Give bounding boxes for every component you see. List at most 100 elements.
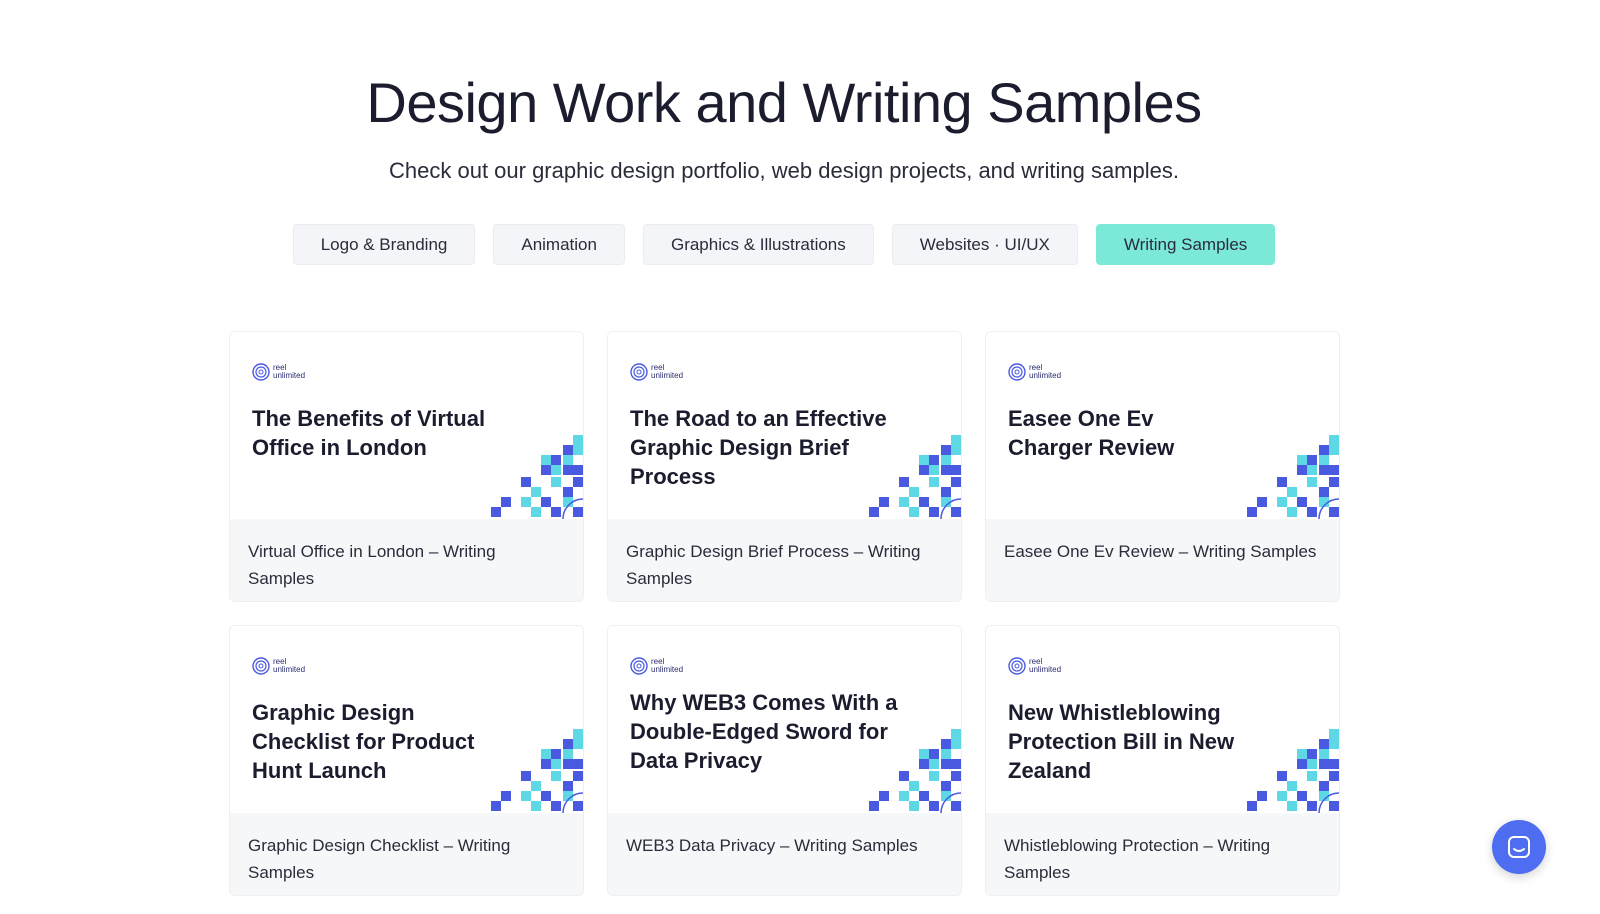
pattern-cell <box>1247 801 1257 811</box>
pattern-cell <box>521 477 531 487</box>
sample-card[interactable]: reel unlimited Easee One Ev Charger Revie… <box>985 331 1340 602</box>
pattern-cell <box>563 749 573 759</box>
samples-grid: reel unlimited The Benefits of Virtual Of… <box>229 331 1340 896</box>
pattern-cell <box>1329 445 1339 455</box>
pattern-cell <box>1307 749 1317 759</box>
pattern-cell <box>1329 759 1339 769</box>
pattern-cell <box>1307 759 1317 769</box>
pixel-pattern-icon <box>1247 729 1339 813</box>
pattern-cell <box>563 455 573 465</box>
brand-logo: reel unlimited <box>1007 656 1061 676</box>
sample-card[interactable]: reel unlimited New Whistleblowing Protect… <box>985 625 1340 896</box>
sample-card[interactable]: reel unlimited Graphic Design Checklist f… <box>229 625 584 896</box>
pattern-cell <box>941 455 951 465</box>
pixel-pattern-icon <box>869 729 961 813</box>
pattern-cell <box>1307 465 1317 475</box>
card-thumbnail: reel unlimited Why WEB3 Comes With a Doub… <box>608 626 961 813</box>
pattern-cell <box>1277 791 1287 801</box>
tab-writing-samples[interactable]: Writing Samples <box>1095 224 1276 265</box>
brand-line-2: unlimited <box>651 371 684 380</box>
spiral-logo-icon <box>252 657 270 675</box>
pattern-cell <box>563 465 573 475</box>
pattern-cell <box>1329 739 1339 749</box>
card-caption[interactable]: Whistleblowing Protection – Writing Samp… <box>986 813 1339 895</box>
card-thumbnail: reel unlimited Graphic Design Checklist f… <box>230 626 583 813</box>
pattern-cell <box>909 507 919 517</box>
pattern-cell <box>919 455 929 465</box>
pattern-cell <box>1319 455 1329 465</box>
pattern-cell <box>929 455 939 465</box>
pattern-cell <box>899 497 909 507</box>
pattern-cell <box>869 507 879 517</box>
pattern-cell <box>899 771 909 781</box>
sample-card[interactable]: reel unlimited The Benefits of Virtual Of… <box>229 331 584 602</box>
brand-logo: reel unlimited <box>251 362 305 382</box>
pattern-cell <box>551 507 561 517</box>
pattern-cell <box>919 759 929 769</box>
pattern-cell <box>531 487 541 497</box>
pattern-cell <box>1307 771 1317 781</box>
pattern-cell <box>1297 465 1307 475</box>
card-thumbnail: reel unlimited Easee One Ev Charger Revie… <box>986 332 1339 519</box>
sample-card[interactable]: reel unlimited The Road to an Effective G… <box>607 331 962 602</box>
pattern-cell <box>1277 771 1287 781</box>
pattern-cell <box>1319 445 1329 455</box>
pattern-cell <box>951 759 961 769</box>
spiral-logo-icon <box>1008 657 1026 675</box>
pattern-cell <box>1287 507 1297 517</box>
pattern-cell <box>951 729 961 739</box>
card-caption[interactable]: WEB3 Data Privacy – Writing Samples <box>608 813 961 895</box>
pattern-cell <box>491 801 501 811</box>
pattern-cell <box>951 739 961 749</box>
pattern-cell <box>1307 455 1317 465</box>
pattern-cell <box>1307 477 1317 487</box>
spiral-logo-icon <box>1008 363 1026 381</box>
spiral-logo-icon <box>630 657 648 675</box>
pixel-pattern-icon <box>869 435 961 519</box>
pattern-cell <box>563 781 573 791</box>
card-caption[interactable]: Graphic Design Brief Process – Writing S… <box>608 519 961 601</box>
pattern-cell <box>1307 507 1317 517</box>
card-caption[interactable]: Easee One Ev Review – Writing Samples <box>986 519 1339 601</box>
pattern-cell <box>941 465 951 475</box>
pattern-cell <box>951 445 961 455</box>
chat-button[interactable] <box>1492 820 1546 874</box>
pattern-cell <box>551 801 561 811</box>
pattern-cell <box>563 487 573 497</box>
pattern-cell <box>951 801 961 811</box>
pattern-cell <box>573 759 583 769</box>
pattern-cell <box>563 739 573 749</box>
tab-logo-branding[interactable]: Logo & Branding <box>292 224 476 265</box>
pattern-cell <box>573 435 583 445</box>
pattern-cell <box>1287 487 1297 497</box>
pattern-cell <box>941 749 951 759</box>
tab-animation[interactable]: Animation <box>493 224 625 265</box>
pattern-cell <box>941 759 951 769</box>
pattern-cell <box>573 729 583 739</box>
sample-card[interactable]: reel unlimited Why WEB3 Comes With a Doub… <box>607 625 962 896</box>
brand-logo: reel unlimited <box>251 656 305 676</box>
card-thumb-title: Why WEB3 Comes With a Double-Edged Sword… <box>630 690 898 773</box>
brand-line-2: unlimited <box>273 665 306 674</box>
tab-graphics-illustrations[interactable]: Graphics & Illustrations <box>642 224 874 265</box>
pattern-cell <box>929 465 939 475</box>
pattern-cell <box>1329 465 1339 475</box>
card-caption[interactable]: Virtual Office in London – Writing Sampl… <box>230 519 583 601</box>
category-tabs: Logo & Branding Animation Graphics & Ill… <box>0 224 1568 265</box>
chat-icon <box>1508 836 1530 858</box>
pattern-cell <box>909 487 919 497</box>
pattern-cell <box>929 477 939 487</box>
card-thumb-title: The Road to an Effective Graphic Design … <box>630 406 887 489</box>
card-thumb-title: Easee One Ev Charger Review <box>1008 406 1175 460</box>
pattern-cell <box>1319 749 1329 759</box>
tab-websites-ui-ux[interactable]: Websites · UI/UX <box>891 224 1078 265</box>
pattern-cell <box>919 749 929 759</box>
pattern-cell <box>1277 497 1287 507</box>
pattern-cell <box>551 455 561 465</box>
pattern-cell <box>1319 465 1329 475</box>
pattern-cell <box>563 759 573 769</box>
pattern-cell <box>1319 487 1329 497</box>
pixel-pattern-icon <box>491 435 583 519</box>
pattern-cell <box>1277 477 1287 487</box>
card-caption[interactable]: Graphic Design Checklist – Writing Sampl… <box>230 813 583 895</box>
